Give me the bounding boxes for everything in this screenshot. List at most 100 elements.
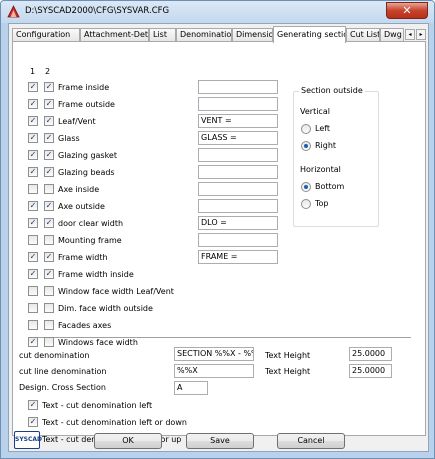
- row-text-field[interactable]: [198, 80, 278, 94]
- option-checkbox[interactable]: [28, 417, 38, 427]
- text-height-label-1: Text Height: [265, 351, 311, 360]
- radio-top-label[interactable]: Top: [315, 199, 329, 208]
- tab-generating-sections[interactable]: Generating sections: [273, 26, 346, 43]
- save-button[interactable]: Save: [186, 433, 254, 449]
- tab-cut-list[interactable]: Cut List: [346, 28, 380, 42]
- row-label: Frame width inside: [58, 270, 134, 279]
- row-checkbox-col1[interactable]: [28, 82, 38, 92]
- row-checkbox-col1[interactable]: [28, 201, 38, 211]
- design-cross-section-label: Design. Cross Section: [19, 383, 106, 392]
- generating-sections-panel: 1 2 Section outside Vertical Left Right …: [12, 41, 426, 444]
- design-cross-section-input[interactable]: A: [174, 381, 208, 395]
- row-text-field[interactable]: VENT =: [198, 114, 278, 128]
- row-checkbox-col1[interactable]: [28, 337, 38, 347]
- row-text-field[interactable]: [198, 182, 278, 196]
- row-label: Axe inside: [58, 185, 100, 194]
- row-checkbox-col2[interactable]: [44, 133, 54, 143]
- row-label: Glazing gasket: [58, 151, 117, 160]
- row-checkbox-col2[interactable]: [44, 252, 54, 262]
- row-label: Frame width: [58, 253, 108, 262]
- row-label: Glass: [58, 134, 80, 143]
- tab-strip: Configuration Attachment-Details List De…: [12, 26, 426, 43]
- window-title: D:\SYSCAD2000\CFG\SYSVAR.CFG: [25, 6, 170, 16]
- radio-left[interactable]: [301, 124, 311, 134]
- title-bar[interactable]: D:\SYSCAD2000\CFG\SYSVAR.CFG ✕: [1, 1, 434, 23]
- radio-right-label[interactable]: Right: [315, 141, 336, 150]
- close-button[interactable]: ✕: [386, 2, 428, 19]
- tab-scroll-right-icon[interactable]: ▸: [416, 29, 426, 40]
- row-checkbox-col2[interactable]: [44, 303, 54, 313]
- radio-right[interactable]: [301, 141, 311, 151]
- row-text-field[interactable]: GLASS =: [198, 131, 278, 145]
- option-label: Text - cut denomination left: [42, 401, 153, 410]
- row-text-field[interactable]: [198, 233, 278, 247]
- row-checkbox-col2[interactable]: [44, 82, 54, 92]
- tab-denomination[interactable]: Denomination: [176, 28, 232, 42]
- row-checkbox-col1[interactable]: [28, 133, 38, 143]
- option-checkbox[interactable]: [28, 400, 38, 410]
- section-outside-title: Section outside: [299, 86, 365, 95]
- row-checkbox-col1[interactable]: [28, 150, 38, 160]
- cut-denomination-label: cut denomination: [19, 351, 90, 360]
- row-text-field[interactable]: [198, 199, 278, 213]
- row-checkbox-col1[interactable]: [28, 235, 38, 245]
- row-text-field[interactable]: [198, 148, 278, 162]
- row-checkbox-col1[interactable]: [28, 167, 38, 177]
- row-checkbox-col2[interactable]: [44, 337, 54, 347]
- row-checkbox-col2[interactable]: [44, 167, 54, 177]
- row-checkbox-col1[interactable]: [28, 269, 38, 279]
- row-checkbox-col1[interactable]: [28, 286, 38, 296]
- row-checkbox-col1[interactable]: [28, 252, 38, 262]
- tab-dimension[interactable]: Dimension: [232, 28, 273, 42]
- row-label: Axe outside: [58, 202, 105, 211]
- row-text-field[interactable]: [198, 97, 278, 111]
- ok-button[interactable]: OK: [94, 433, 162, 449]
- radio-bottom-label[interactable]: Bottom: [315, 182, 344, 191]
- row-label: Windows face width: [58, 338, 138, 347]
- radio-left-label[interactable]: Left: [315, 124, 330, 133]
- vertical-label: Vertical: [300, 107, 330, 116]
- text-height-label-2: Text Height: [265, 367, 311, 376]
- row-label: Facades axes: [58, 321, 112, 330]
- row-text-field[interactable]: FRAME =: [198, 250, 278, 264]
- text-height-input-1[interactable]: 25.0000: [349, 347, 392, 361]
- row-text-field[interactable]: DLO =: [198, 216, 278, 230]
- row-checkbox-col2[interactable]: [44, 99, 54, 109]
- dialog-window: D:\SYSCAD2000\CFG\SYSVAR.CFG ✕ Configura…: [0, 0, 435, 459]
- cut-line-denomination-input[interactable]: %%X: [174, 364, 254, 378]
- row-label: Window face width Leaf/Vent: [58, 287, 174, 296]
- row-checkbox-col2[interactable]: [44, 235, 54, 245]
- text-height-input-2[interactable]: 25.0000: [349, 364, 392, 378]
- row-checkbox-col1[interactable]: [28, 99, 38, 109]
- row-checkbox-col1[interactable]: [28, 218, 38, 228]
- row-label: Glazing beads: [58, 168, 115, 177]
- row-checkbox-col1[interactable]: [28, 184, 38, 194]
- row-checkbox-col2[interactable]: [44, 201, 54, 211]
- row-label: Leaf/Vent: [58, 117, 96, 126]
- row-checkbox-col1[interactable]: [28, 303, 38, 313]
- radio-top[interactable]: [301, 199, 311, 209]
- tab-attachment-details[interactable]: Attachment-Details: [80, 28, 149, 42]
- row-checkbox-col2[interactable]: [44, 150, 54, 160]
- syscad-logo: SYSCAD: [14, 431, 42, 449]
- row-checkbox-col2[interactable]: [44, 269, 54, 279]
- app-icon: [7, 5, 20, 18]
- row-label: Dim. face width outside: [58, 304, 153, 313]
- row-checkbox-col2[interactable]: [44, 286, 54, 296]
- cut-denomination-input[interactable]: SECTION %%X - %%X: [174, 347, 254, 361]
- row-checkbox-col2[interactable]: [44, 184, 54, 194]
- row-checkbox-col2[interactable]: [44, 320, 54, 330]
- tab-configuration[interactable]: Configuration: [12, 28, 80, 42]
- row-checkbox-col1[interactable]: [28, 320, 38, 330]
- row-checkbox-col2[interactable]: [44, 218, 54, 228]
- row-checkbox-col2[interactable]: [44, 116, 54, 126]
- cancel-button[interactable]: Cancel: [277, 433, 345, 449]
- row-checkbox-col1[interactable]: [28, 116, 38, 126]
- row-label: door clear width: [58, 219, 124, 228]
- tab-list[interactable]: List: [149, 28, 176, 42]
- option-label: Text - cut denomination left or down: [42, 418, 187, 427]
- tab-scroll-left-icon[interactable]: ◂: [405, 29, 415, 40]
- radio-bottom[interactable]: [301, 182, 311, 192]
- tab-dwg-settings[interactable]: Dwg S: [380, 28, 404, 42]
- row-text-field[interactable]: [198, 165, 278, 179]
